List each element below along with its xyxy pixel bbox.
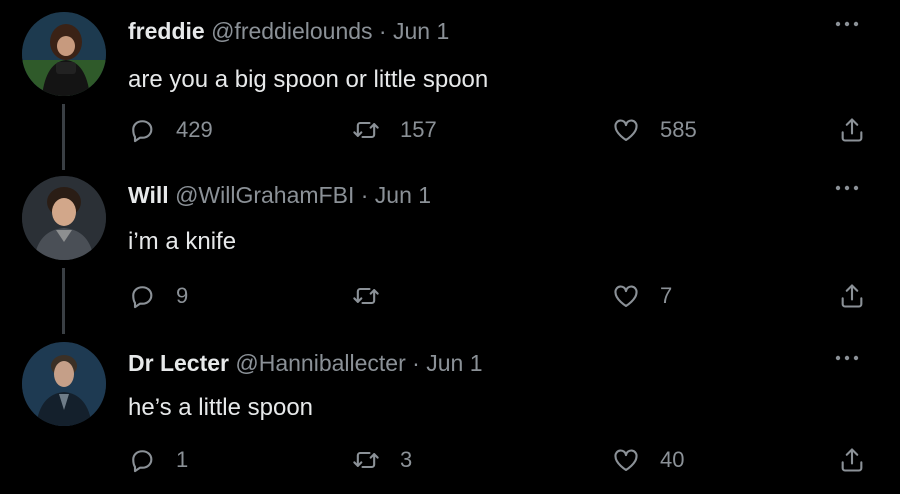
like-button[interactable]: 7 [612, 276, 672, 316]
reply-button[interactable]: 429 [128, 110, 213, 150]
tweet-header: Dr Lecter @Hanniballecter · Jun 1 [128, 348, 482, 378]
reply-button[interactable]: 1 [128, 440, 188, 480]
more-options-icon[interactable] [832, 348, 862, 368]
reply-icon [128, 282, 156, 310]
tweet-date[interactable]: Jun 1 [393, 18, 449, 44]
retweet-count: 157 [400, 117, 437, 142]
retweet-count: 3 [400, 447, 413, 472]
share-icon [838, 116, 866, 144]
tweet-will[interactable]: Will @WillGrahamFBI · Jun 1 i’m a knife … [0, 176, 900, 336]
user-handle[interactable]: @Hanniballecter [235, 350, 405, 376]
retweet-icon [352, 282, 380, 310]
reply-count: 9 [176, 283, 189, 308]
avatar-photo-icon [22, 176, 106, 260]
tweet-header: Will @WillGrahamFBI · Jun 1 [128, 180, 431, 210]
share-icon [838, 446, 866, 474]
avatar-photo-icon [22, 342, 106, 426]
like-count: 585 [660, 117, 697, 142]
share-button[interactable] [838, 110, 866, 150]
separator-dot: · [360, 182, 369, 208]
tweet-text: are you a big spoon or little spoon [128, 66, 489, 93]
reply-count: 1 [176, 447, 189, 472]
display-name[interactable]: Will [128, 182, 169, 208]
tweet-freddie[interactable]: freddie @freddielounds · Jun 1 are you a… [0, 12, 900, 172]
share-button[interactable] [838, 440, 866, 480]
reply-icon [128, 116, 156, 144]
reply-count: 429 [176, 117, 213, 142]
retweet-button[interactable]: 3 [352, 440, 412, 480]
retweet-button[interactable]: 157 [352, 110, 437, 150]
user-handle[interactable]: @WillGrahamFBI [175, 182, 354, 208]
more-options-icon[interactable] [832, 178, 862, 198]
display-name[interactable]: freddie [128, 18, 205, 44]
heart-icon [612, 282, 640, 310]
tweet-dr-lecter[interactable]: Dr Lecter @Hanniballecter · Jun 1 he’s a… [0, 342, 900, 492]
reply-icon [128, 446, 156, 474]
tweet-actions: 429 157 585 [0, 110, 900, 150]
avatar[interactable] [22, 176, 106, 260]
avatar[interactable] [22, 342, 106, 426]
avatar[interactable] [22, 12, 106, 96]
tweet-text: i’m a knife [128, 228, 237, 255]
tweet-header: freddie @freddielounds · Jun 1 [128, 16, 449, 46]
like-button[interactable]: 40 [612, 440, 684, 480]
share-button[interactable] [838, 276, 866, 316]
like-count: 40 [660, 447, 685, 472]
display-name[interactable]: Dr Lecter [128, 350, 229, 376]
share-icon [838, 282, 866, 310]
like-button[interactable]: 585 [612, 110, 697, 150]
tweet-actions: 1 3 40 [0, 440, 900, 480]
separator-dot: · [412, 350, 420, 376]
retweet-icon [352, 116, 380, 144]
tweet-thread: freddie @freddielounds · Jun 1 are you a… [0, 0, 900, 494]
separator-dot: · [378, 18, 387, 44]
tweet-text: he’s a little spoon [128, 394, 314, 421]
tweet-date[interactable]: Jun 1 [426, 350, 482, 376]
avatar-photo-icon [22, 12, 106, 96]
user-handle[interactable]: @freddielounds [211, 18, 372, 44]
reply-button[interactable]: 9 [128, 276, 188, 316]
heart-icon [612, 116, 640, 144]
retweet-icon [352, 446, 380, 474]
retweet-button[interactable] [352, 276, 400, 316]
tweet-date[interactable]: Jun 1 [375, 182, 431, 208]
tweet-actions: 9 7 [0, 276, 900, 316]
more-options-icon[interactable] [832, 14, 862, 34]
heart-icon [612, 446, 640, 474]
like-count: 7 [660, 283, 673, 308]
